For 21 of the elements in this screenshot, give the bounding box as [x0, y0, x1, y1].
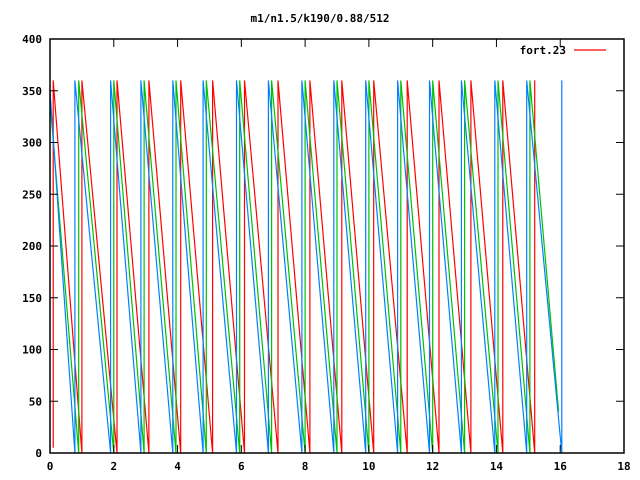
x-tick-label: 14	[490, 460, 504, 473]
y-tick-label: 300	[22, 136, 42, 150]
y-tick-label: 100	[22, 344, 42, 356]
y-tick-label: 350	[22, 84, 42, 98]
legend-label: fort.23	[520, 44, 566, 57]
y-tick-label: 200	[22, 240, 42, 253]
x-tick-label: 16	[554, 460, 567, 473]
y-tick-label: 250	[22, 188, 42, 202]
y-tick-label: 0	[35, 447, 42, 460]
x-tick-label: 10	[362, 460, 376, 473]
x-tick-label: 4	[174, 460, 181, 473]
y-tick-label: 150	[22, 292, 42, 305]
x-tick-label: 18	[617, 460, 631, 473]
x-tick-label: 12	[426, 460, 440, 473]
x-tick-label: 0	[46, 460, 54, 473]
x-tick-label: 8	[302, 460, 308, 473]
x-tick-label: 2	[110, 460, 118, 473]
chart-title: m1/n1.5/k190/0.88/512	[250, 12, 390, 25]
y-tick-label: 400	[22, 33, 42, 46]
y-tick-label: 50	[28, 395, 42, 408]
x-tick-label: 6	[238, 460, 245, 473]
